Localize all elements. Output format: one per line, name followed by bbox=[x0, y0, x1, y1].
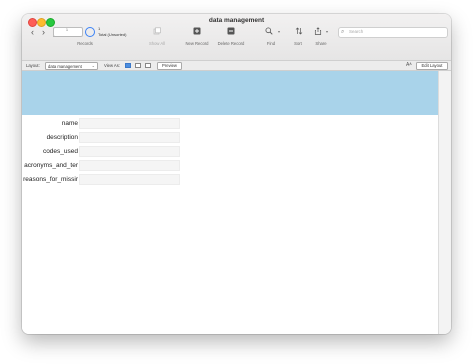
share-button[interactable]: Share bbox=[311, 41, 331, 46]
title-bar: data management ‹ › 1 1 Total (Unsorted)… bbox=[22, 14, 451, 61]
record-count: 1 bbox=[98, 26, 101, 31]
layout-label: Layout: bbox=[26, 63, 40, 68]
sort-arrows-icon[interactable] bbox=[294, 27, 304, 37]
search-input[interactable]: ⌕ Search bbox=[338, 27, 448, 38]
records-label: Records bbox=[77, 41, 93, 46]
layout-bar: Layout: data management ⌄ View As: Previ… bbox=[22, 61, 451, 71]
view-as-label: View As: bbox=[104, 63, 120, 68]
form-view-icon[interactable] bbox=[125, 63, 131, 68]
chevron-down-icon: ⌄ bbox=[91, 63, 95, 68]
app-window: data management ‹ › 1 1 Total (Unsorted)… bbox=[22, 14, 451, 334]
find-button[interactable]: Find bbox=[262, 41, 280, 46]
window-title: data management bbox=[208, 17, 265, 24]
stack-icon bbox=[152, 27, 162, 37]
text-size-icon[interactable]: Aᴬ bbox=[406, 62, 412, 68]
record-total: Total (Unsorted) bbox=[98, 32, 127, 37]
minus-square-icon[interactable] bbox=[226, 27, 236, 37]
list-view-icon[interactable] bbox=[135, 63, 141, 68]
share-dropdown-icon[interactable]: ▾ bbox=[326, 28, 328, 36]
plus-square-icon[interactable] bbox=[192, 27, 202, 37]
vertical-scrollbar[interactable] bbox=[438, 71, 451, 334]
delete-record-button[interactable]: Delete Record bbox=[212, 41, 250, 46]
preview-button[interactable]: Preview bbox=[157, 62, 182, 70]
records-pie-icon bbox=[85, 27, 95, 37]
field-input-name[interactable] bbox=[79, 118, 180, 129]
table-view-icon[interactable] bbox=[145, 63, 151, 68]
edit-layout-button[interactable]: Edit Layout bbox=[416, 62, 448, 70]
chevron-left-icon[interactable]: ‹ bbox=[31, 28, 34, 37]
share-icon[interactable]: ▾ bbox=[314, 27, 330, 37]
field-label-acronyms: acronyms_and_ter bbox=[24, 162, 78, 169]
field-label-name: name bbox=[61, 120, 78, 127]
layout-select[interactable]: data management ⌄ bbox=[45, 62, 98, 70]
sort-button[interactable]: Sort bbox=[290, 41, 306, 46]
find-dropdown-icon[interactable]: ▾ bbox=[278, 28, 280, 36]
layout-header-band bbox=[22, 71, 438, 115]
chevron-right-icon[interactable]: › bbox=[42, 28, 45, 37]
show-all-button[interactable]: Show All bbox=[144, 41, 170, 46]
new-record-button[interactable]: New Record bbox=[180, 41, 214, 46]
field-label-reasons: reasons_for_missir bbox=[23, 176, 78, 183]
record-slider[interactable] bbox=[53, 36, 81, 37]
search-placeholder: Search bbox=[349, 29, 364, 34]
search-icon: ⌕ bbox=[341, 29, 345, 35]
magnifier-icon[interactable]: ▾ bbox=[265, 27, 281, 37]
field-input-codes-used[interactable] bbox=[79, 146, 180, 157]
field-input-reasons[interactable] bbox=[79, 174, 180, 185]
field-label-codes-used: codes_used bbox=[42, 148, 78, 155]
record-number-value: 1 bbox=[66, 28, 68, 32]
field-input-acronyms[interactable] bbox=[79, 160, 180, 171]
form-body: name description codes_used acronyms_and… bbox=[22, 115, 438, 334]
layout-select-value: data management bbox=[48, 63, 82, 69]
field-input-description[interactable] bbox=[79, 132, 180, 143]
field-label-description: description bbox=[46, 134, 78, 141]
